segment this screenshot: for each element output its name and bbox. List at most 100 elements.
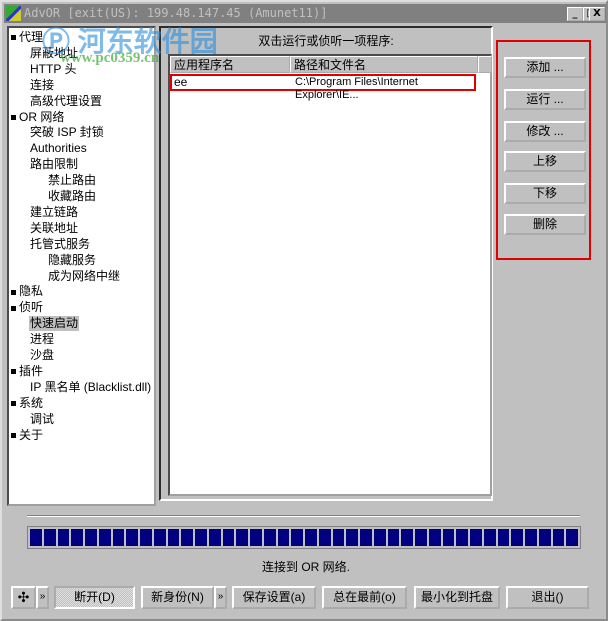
tree-item[interactable]: 关联地址 [29, 221, 79, 236]
disconnect-button[interactable]: 断开(D) [54, 586, 135, 609]
run-button[interactable]: 运行 ... [504, 89, 586, 110]
network-icon-button[interactable]: ✣ [11, 586, 36, 609]
tree-item[interactable]: 进程 [29, 332, 55, 347]
tree-item-label: 代理 [19, 30, 44, 44]
progress-segment [346, 529, 358, 546]
row-app-name: ee [174, 75, 188, 89]
tree-item[interactable]: 禁止路由 [47, 173, 97, 188]
close-button[interactable]: X [589, 7, 605, 21]
progress-segment [277, 529, 290, 546]
progress-segment [98, 529, 111, 546]
tree-item-label: 关联地址 [30, 220, 79, 235]
tree-item[interactable]: 调试 [29, 412, 55, 427]
move-up-button[interactable]: 上移 [504, 151, 586, 172]
progress-segment [250, 529, 262, 546]
tree-item[interactable]: 侦听 [10, 300, 44, 315]
tree-item[interactable]: 路由限制 [29, 157, 79, 172]
minimize-button[interactable]: _ [567, 7, 583, 21]
save-settings-button[interactable]: 保存设置(a) [232, 586, 316, 609]
network-menu-button[interactable]: » [36, 586, 49, 609]
progress-segment [153, 529, 166, 546]
tree-item-label: 关于 [19, 427, 44, 442]
tree-item[interactable]: 高级代理设置 [29, 94, 103, 109]
progress-segment [497, 529, 510, 546]
progress-segment [167, 529, 180, 546]
progress-segment [401, 529, 413, 546]
tree-item[interactable]: 代理 [10, 30, 44, 45]
divider [27, 515, 580, 517]
progress-segment [332, 529, 345, 546]
bullet-icon [11, 289, 16, 295]
tree-item-label: 快速启动 [30, 316, 79, 331]
column-header-filler [478, 56, 492, 73]
bullet-icon [11, 432, 16, 438]
move-down-button[interactable]: 下移 [504, 183, 586, 204]
tree-item[interactable]: IP 黑名单 (Blacklist.dll) [29, 380, 152, 395]
tree-item-label: 托管式服务 [30, 236, 91, 251]
tree-item-label: 调试 [30, 411, 55, 426]
tree-item[interactable]: 关于 [10, 428, 44, 443]
progress-segment [373, 529, 386, 546]
tree-item-label: IP 黑名单 (Blacklist.dll) [30, 379, 152, 394]
tree-item[interactable]: 收藏路由 [47, 189, 97, 204]
always-on-top-button[interactable]: 总在最前(o) [322, 586, 407, 609]
table-row[interactable]: ee C:\Program Files\Internet Explorer\IE… [170, 74, 476, 101]
progress-segment [30, 529, 42, 546]
tree-item-label: Authorities [30, 141, 87, 156]
app-icon [6, 6, 21, 21]
progress-segment [305, 529, 317, 546]
progress-segment [318, 529, 331, 546]
status-text: 连接到 OR 网络. [261, 560, 350, 574]
progress-segment [360, 529, 372, 546]
progress-segment [456, 529, 468, 546]
progress-segment [470, 529, 482, 546]
tree-item[interactable]: 建立链路 [29, 205, 79, 220]
add-button[interactable]: 添加 ... [504, 57, 586, 78]
progress-segment [126, 529, 138, 546]
edit-button[interactable]: 修改 ... [504, 121, 586, 142]
tree-item[interactable]: 突破 ISP 封锁 [29, 125, 105, 140]
tree-item[interactable]: 托管式服务 [29, 237, 91, 252]
network-icon: ✣ [17, 589, 30, 605]
progress-segment [222, 529, 235, 546]
tree-item-label: 突破 ISP 封锁 [30, 125, 104, 140]
tree-item[interactable]: 插件 [10, 364, 44, 379]
new-identity-button[interactable]: 新身份(N) [141, 586, 214, 609]
connection-progress-bar [27, 526, 581, 549]
exit-button[interactable]: 退出() [506, 586, 589, 609]
column-header-path[interactable]: 路径和文件名 [290, 56, 478, 73]
delete-button[interactable]: 删除 [504, 214, 586, 235]
tree-item-label: 沙盘 [30, 348, 55, 362]
tree-item[interactable]: 隐私 [10, 284, 44, 299]
new-identity-menu-button[interactable]: » [214, 586, 227, 609]
bullet-icon [11, 114, 16, 120]
progress-segment [442, 529, 455, 546]
tree-item[interactable]: Authorities [29, 141, 88, 156]
progress-segment [112, 529, 125, 546]
tree-item[interactable]: 连接 [29, 78, 55, 93]
progress-segment [483, 529, 496, 546]
row-path: C:\Program Files\Internet Explorer\IE... [295, 76, 418, 101]
progress-segment [57, 529, 70, 546]
minimize-to-tray-button[interactable]: 最小化到托盘 [414, 586, 500, 609]
progress-segment [552, 529, 565, 546]
settings-tree[interactable]: 代理 屏蔽地址 HTTP 头连接 高级代理设置 OR 网络 突破 ISP 封锁 Author… [7, 26, 156, 506]
tree-item[interactable]: 沙盘 [29, 348, 55, 363]
tree-item[interactable]: 系统 [10, 396, 44, 411]
bullet-icon [11, 401, 16, 407]
window-title: AdvOR [exit(US): 199.48.147.45 (Amunet11… [24, 6, 328, 20]
tree-item[interactable]: OR 网络 [10, 110, 65, 125]
tree-item[interactable]: 隐藏服务 [47, 253, 97, 268]
progress-segment [387, 529, 400, 546]
tree-item-label: 插件 [19, 363, 44, 378]
app-window: AdvOR [exit(US): 199.48.147.45 (Amunet11… [0, 0, 608, 621]
progress-segment [511, 529, 523, 546]
progress-segment [181, 529, 193, 546]
action-buttons-group: 添加 ... 运行 ... 修改 ... 上移 下移 删除 [496, 40, 591, 260]
progress-segment [415, 529, 427, 546]
tree-item[interactable]: 快速启动 [29, 316, 80, 332]
progress-segment [263, 529, 276, 546]
tree-item[interactable]: 成为网络中继 [47, 269, 121, 284]
program-list[interactable]: 应用程序名 路径和文件名 ee C:\Program Files\Interne… [168, 54, 492, 496]
progress-segment [525, 529, 537, 546]
